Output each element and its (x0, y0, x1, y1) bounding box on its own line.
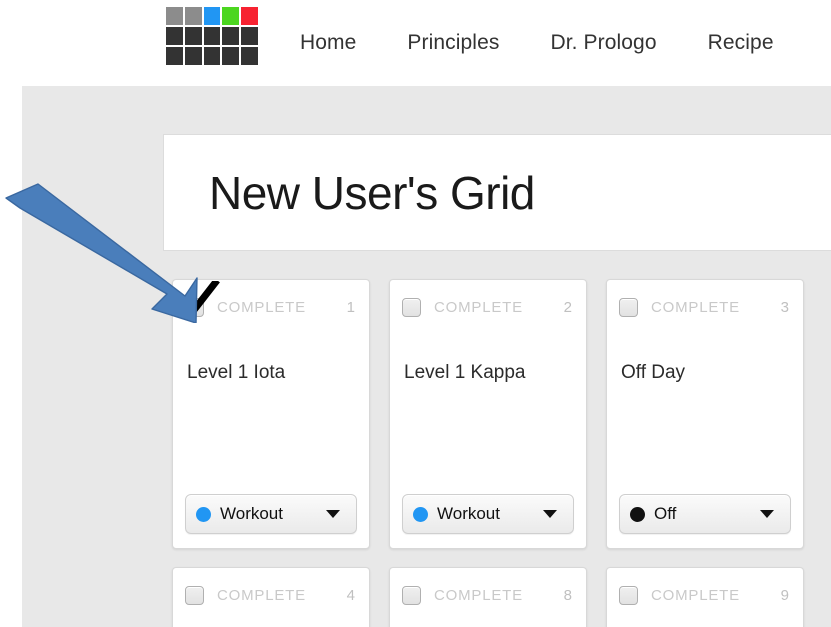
card-number: 9 (780, 586, 789, 604)
activity-color-dot-icon (630, 506, 645, 522)
card-slot: COMPLETE 1 Level 1 Iota Workout (163, 270, 379, 558)
card-header: COMPLETE 4 (173, 568, 369, 610)
card-footer: Off (607, 494, 803, 548)
card-3-complete-checkbox[interactable] (619, 297, 638, 317)
card-footer: Workout (173, 494, 369, 548)
dropdown-label: Off (654, 504, 677, 523)
title-panel: New User's Grid (163, 134, 831, 251)
card-header: COMPLETE 2 (390, 280, 586, 322)
card-slot: COMPLETE 4 (163, 558, 379, 627)
logo-cell-13 (222, 47, 240, 65)
card-title: Level 1 Kappa (404, 362, 526, 383)
complete-label: COMPLETE (651, 586, 740, 604)
logo-cell-12 (203, 47, 221, 65)
card-number: 2 (563, 298, 572, 316)
card-1-complete-checkbox[interactable] (181, 280, 220, 317)
chevron-down-icon[interactable] (543, 510, 557, 518)
chevron-down-icon[interactable] (760, 510, 774, 518)
card-number: 1 (346, 298, 355, 316)
card-8-complete-checkbox[interactable] (402, 585, 421, 605)
complete-label: COMPLETE (434, 298, 523, 316)
content-area: New User's Grid COMPLETE 1 Level 1 Iota Wor… (22, 86, 831, 627)
card-number: 3 (780, 298, 789, 316)
card-number: 4 (346, 586, 355, 604)
card-title (173, 610, 369, 627)
logo-cell-8 (222, 27, 240, 45)
page-title: New User's Grid (209, 166, 535, 219)
logo-cell-10 (166, 47, 183, 65)
chevron-down-icon[interactable] (326, 510, 340, 518)
dropdown-label: Workout (437, 504, 500, 523)
complete-label: COMPLETE (217, 298, 306, 316)
complete-label: COMPLETE (651, 298, 740, 316)
workout-card[interactable]: COMPLETE 3 Off Day Off (606, 279, 804, 549)
card-header: COMPLETE 1 (173, 280, 369, 322)
card-slot: COMPLETE 2 Level 1 Kappa Workout (380, 270, 596, 558)
card-2-complete-checkbox[interactable] (402, 297, 421, 317)
logo-cell-9 (241, 27, 258, 45)
logo-cell-14 (241, 47, 258, 65)
logo-cell-0 (166, 7, 183, 25)
workout-card[interactable]: COMPLETE 8 (389, 567, 587, 627)
grid-logo-icon[interactable] (166, 7, 258, 65)
card-header: COMPLETE 3 (607, 280, 803, 322)
workout-card[interactable]: COMPLETE 9 (606, 567, 804, 627)
card-4-complete-checkbox[interactable] (185, 585, 204, 605)
nav-item-principles[interactable]: Principles (407, 31, 499, 55)
nav-item-recipe[interactable]: Recipe (708, 31, 774, 55)
logo-cell-5 (166, 27, 183, 45)
logo-cell-11 (184, 47, 202, 65)
page-root: Home Principles Dr. Prologo Recipe New U… (0, 0, 831, 627)
dropdown-label: Workout (220, 504, 283, 523)
card-grid: COMPLETE 1 Level 1 Iota Workout COMPLETE 2 Lev… (163, 270, 831, 627)
card-header: COMPLETE 9 (607, 568, 803, 610)
activity-type-dropdown[interactable]: Workout (185, 494, 357, 534)
activity-color-dot-icon (413, 506, 428, 522)
card-footer: Workout (390, 494, 586, 548)
card-slot: COMPLETE 9 (597, 558, 813, 627)
nav-item-dr-prologo[interactable]: Dr. Prologo (550, 31, 656, 55)
logo-cell-6 (184, 27, 202, 45)
activity-type-dropdown[interactable]: Off (619, 494, 791, 534)
workout-card[interactable]: COMPLETE 1 Level 1 Iota Workout (172, 279, 370, 549)
logo-cell-4 (241, 7, 258, 25)
logo-cell-2 (203, 7, 221, 25)
card-slot: COMPLETE 8 (380, 558, 596, 627)
card-9-complete-checkbox[interactable] (619, 585, 638, 605)
logo-cell-3 (222, 7, 240, 25)
card-number: 8 (563, 586, 572, 604)
workout-card[interactable]: COMPLETE 2 Level 1 Kappa Workout (389, 279, 587, 549)
logo-cell-7 (203, 27, 221, 45)
card-title: Off Day (621, 362, 686, 383)
main-navigation: Home Principles Dr. Prologo Recipe (300, 0, 774, 86)
activity-type-dropdown[interactable]: Workout (402, 494, 574, 534)
activity-color-dot-icon (196, 506, 211, 522)
checkmark-icon (181, 280, 220, 315)
card-title: Level 1 Iota (187, 362, 286, 383)
site-navbar: Home Principles Dr. Prologo Recipe (0, 0, 831, 86)
complete-label: COMPLETE (217, 586, 306, 604)
card-slot: COMPLETE 3 Off Day Off (597, 270, 813, 558)
complete-label: COMPLETE (434, 586, 523, 604)
workout-card[interactable]: COMPLETE 4 (172, 567, 370, 627)
logo-cell-1 (184, 7, 202, 25)
nav-item-home[interactable]: Home (300, 31, 356, 55)
card-header: COMPLETE 8 (390, 568, 586, 610)
